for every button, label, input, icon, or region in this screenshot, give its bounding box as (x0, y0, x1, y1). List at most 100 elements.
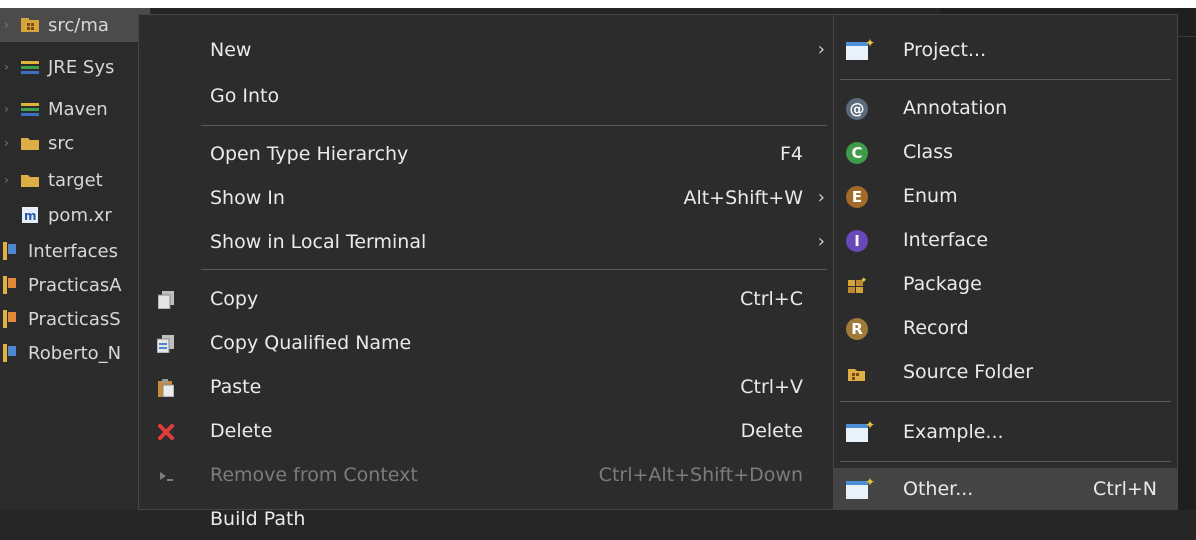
tree-item-label: PracticasS (28, 308, 121, 330)
tree-item-maven-deps[interactable]: › Maven (0, 92, 150, 126)
tree-item-label: PracticasA (28, 274, 122, 296)
menu-item-label: Show in Local Terminal (210, 231, 427, 253)
menu-item-label: New (210, 39, 252, 61)
submenu-item-annotation[interactable]: @ Annotation (834, 87, 1177, 129)
tree-item-label: pom.xr (48, 204, 112, 226)
menu-item-build-path[interactable]: Build Path (139, 498, 833, 540)
context-menu: New › Go Into Open Type Hierarchy F4 Sho… (138, 14, 834, 530)
library-icon (20, 58, 40, 76)
tree-item-label: JRE Sys (48, 56, 115, 78)
tree-item-label: src (48, 132, 75, 154)
submenu-item-example[interactable]: Example... (834, 411, 1177, 453)
submenu-item-project[interactable]: Project... (834, 29, 1177, 71)
menu-item-delete[interactable]: Delete Delete (139, 410, 833, 452)
copy-qualified-name-icon (155, 333, 177, 355)
menu-item-shortcut: Ctrl+N (1093, 478, 1157, 500)
interface-icon: I (846, 230, 868, 252)
copy-icon (155, 289, 177, 311)
tree-item-target[interactable]: › target (0, 163, 150, 197)
menu-item-paste[interactable]: Paste Ctrl+V (139, 366, 833, 408)
tree-item-label: Maven (48, 98, 108, 120)
submenu-item-source-folder[interactable]: Source Folder (834, 351, 1177, 393)
menu-item-label: Package (903, 273, 982, 295)
menu-item-label: Other... (903, 478, 974, 500)
menu-item-label: Enum (903, 185, 958, 207)
menu-separator (201, 125, 827, 126)
submenu-item-class[interactable]: C Class (834, 131, 1177, 173)
tree-item-label: Roberto_N (28, 342, 122, 364)
menu-item-shortcut: Ctrl+C (740, 288, 803, 310)
menu-item-label: Paste (210, 376, 262, 398)
svg-text:✦: ✦ (860, 276, 866, 286)
menu-separator (840, 461, 1171, 462)
menu-item-copy-qualified-name[interactable]: Copy Qualified Name (139, 322, 833, 364)
menu-item-remove-from-context[interactable]: Remove from Context Ctrl+Alt+Shift+Down (139, 454, 833, 496)
paste-icon (155, 377, 177, 399)
menu-item-label: Remove from Context (210, 464, 418, 486)
tree-item-jre-system[interactable]: › JRE Sys (0, 50, 150, 84)
menu-item-shortcut: F4 (779, 143, 803, 165)
menu-item-shortcut: Delete (740, 420, 803, 442)
submenu-item-interface[interactable]: I Interface (834, 219, 1177, 261)
other-icon (846, 475, 875, 501)
tree-item-practicas-a[interactable]: PracticasA (0, 268, 150, 302)
submenu-item-record[interactable]: R Record (834, 307, 1177, 349)
menu-item-label: Copy Qualified Name (210, 332, 412, 354)
new-project-icon (846, 36, 875, 62)
menu-item-show-in[interactable]: Show In Alt+Shift+W › (139, 177, 833, 219)
menu-item-copy[interactable]: Copy Ctrl+C (139, 278, 833, 320)
chevron-right-icon: › (817, 187, 825, 208)
package-icon: ✦ (846, 274, 868, 296)
svg-text:m: m (24, 209, 37, 223)
menu-item-label: Record (903, 317, 969, 339)
tree-item-label: target (48, 169, 103, 191)
menu-item-label: Interface (903, 229, 989, 251)
class-icon: C (846, 142, 868, 164)
submenu-item-enum[interactable]: E Enum (834, 175, 1177, 217)
project-icon (0, 242, 20, 260)
menu-item-open-type-hierarchy[interactable]: Open Type Hierarchy F4 (139, 133, 833, 175)
library-icon (20, 100, 40, 118)
top-border (0, 0, 1196, 8)
folder-icon (20, 134, 40, 152)
project-icon (0, 344, 20, 362)
menu-item-show-in-local-terminal[interactable]: Show in Local Terminal › (139, 221, 833, 263)
delete-icon (155, 421, 177, 443)
menu-item-go-into[interactable]: Go Into (139, 75, 833, 117)
annotation-icon: @ (846, 98, 868, 120)
menu-item-label: Build Path (210, 508, 306, 530)
menu-item-label: Annotation (903, 97, 1008, 119)
new-submenu: Project... @ Annotation C Class E Enum I… (833, 14, 1178, 510)
menu-separator (840, 79, 1171, 80)
submenu-item-package[interactable]: ✦ Package (834, 263, 1177, 305)
menu-item-label: Project... (903, 39, 987, 61)
tree-item-roberto[interactable]: Roberto_N (0, 336, 150, 370)
project-icon (0, 276, 20, 294)
menu-separator (840, 401, 1171, 402)
menu-item-shortcut: Ctrl+V (740, 376, 803, 398)
menu-item-label: Copy (210, 288, 259, 310)
folder-icon (20, 171, 40, 189)
tree-item-src-main[interactable]: › src/ma (0, 8, 150, 42)
menu-item-shortcut: Alt+Shift+W (683, 187, 803, 209)
menu-item-label: Example... (903, 421, 1004, 443)
remove-context-icon (155, 465, 177, 487)
enum-icon: E (846, 186, 868, 208)
source-folder-icon (846, 362, 868, 384)
menu-item-label: Source Folder (903, 361, 1034, 383)
record-icon: R (846, 318, 868, 340)
tree-item-practicas-s[interactable]: PracticasS (0, 302, 150, 336)
menu-item-label: Class (903, 141, 953, 163)
maven-file-icon: m (20, 206, 40, 224)
tree-item-label: src/ma (48, 14, 109, 36)
menu-item-new[interactable]: New › (139, 29, 833, 71)
example-icon (846, 418, 875, 444)
tree-item-src[interactable]: › src (0, 126, 150, 160)
chevron-right-icon: › (817, 231, 825, 252)
chevron-right-icon: › (817, 39, 825, 60)
submenu-item-other[interactable]: Other... Ctrl+N (834, 468, 1177, 510)
menu-item-label: Delete (210, 420, 273, 442)
tree-item-pom[interactable]: m pom.xr (0, 198, 150, 232)
tree-item-interfaces[interactable]: Interfaces (0, 234, 150, 268)
menu-item-label: Go Into (210, 85, 280, 107)
